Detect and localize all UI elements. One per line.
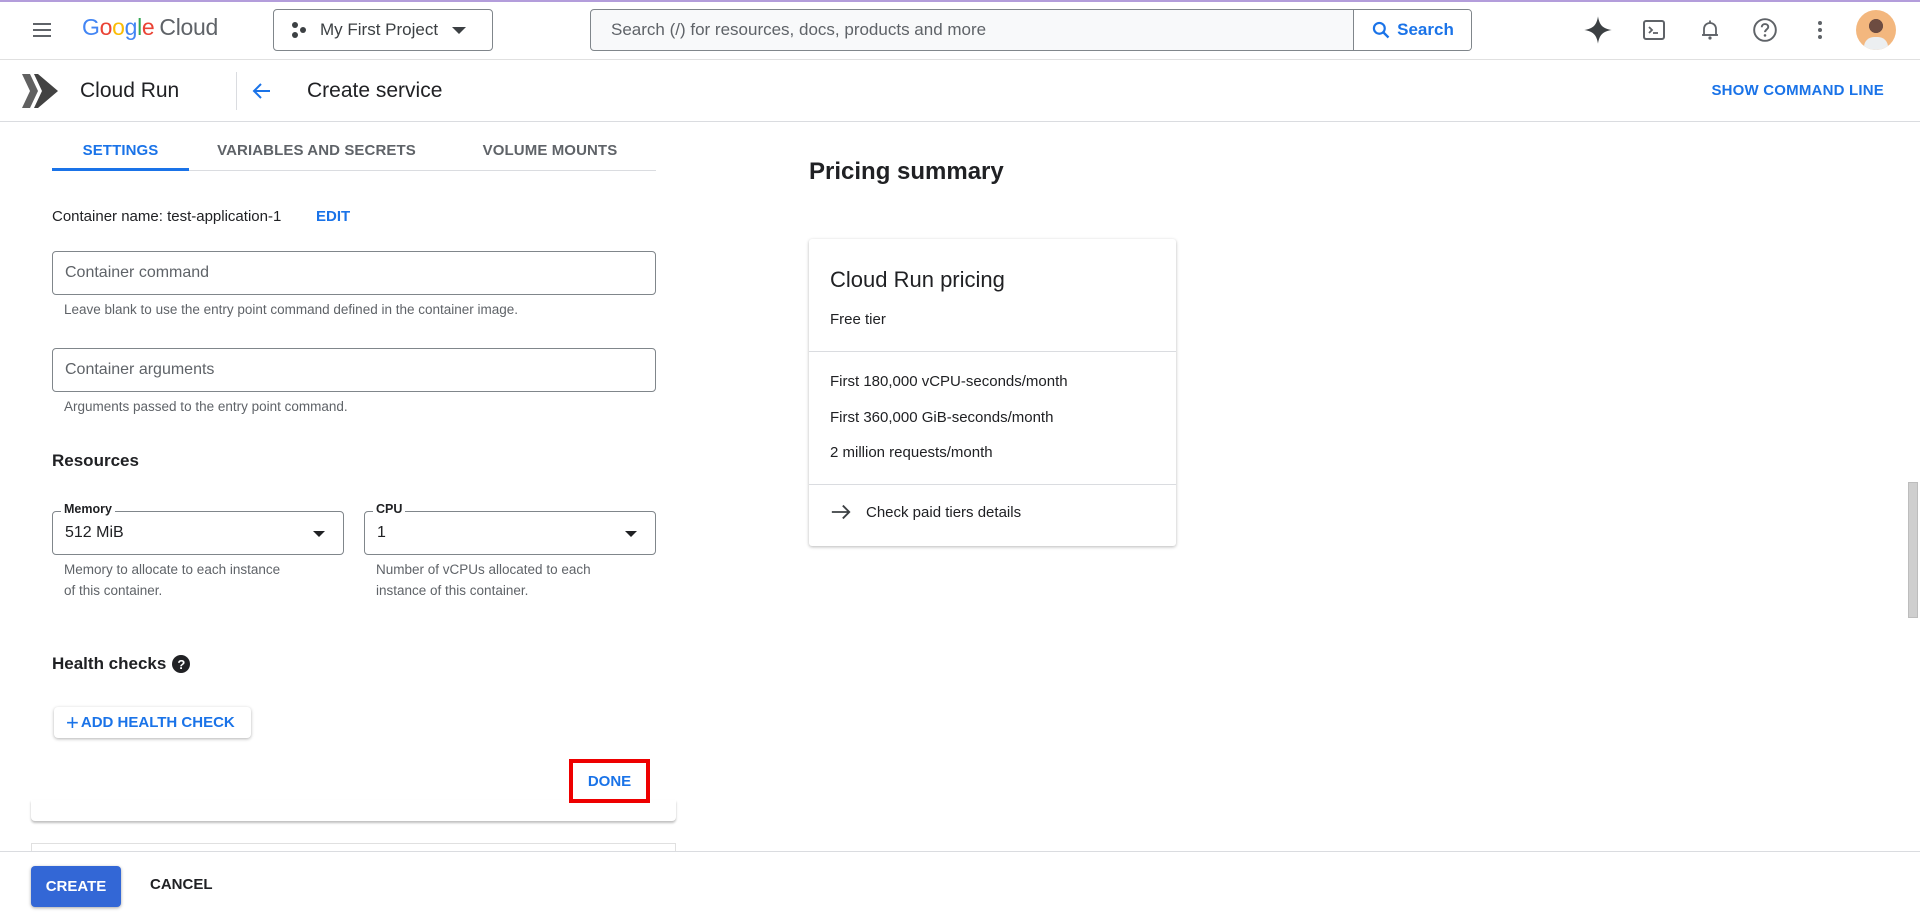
notifications-bell-icon: [1702, 20, 1718, 40]
container-command-helper: Leave blank to use the entry point comma…: [64, 302, 519, 317]
dropdown-arrow-icon: [313, 531, 325, 537]
cpu-helper: Number of vCPUs allocated to each instan…: [376, 559, 591, 601]
health-checks-heading: Health checks ?: [52, 654, 191, 674]
cpu-helper-line: Number of vCPUs allocated to each: [376, 562, 591, 577]
menu-icon: [33, 23, 51, 25]
project-picker-button[interactable]: My First Project: [273, 9, 493, 51]
add-icon: +: [66, 709, 79, 735]
project-name: My First Project: [320, 20, 439, 39]
gemini-sparkle-icon: [1584, 16, 1612, 44]
google-cloud-logo[interactable]: Google Cloud: [82, 14, 218, 41]
edit-container-name-button[interactable]: EDIT: [316, 208, 350, 225]
container-arguments-input[interactable]: [53, 349, 655, 391]
container-arguments-field: [52, 348, 656, 392]
pricing-card: Cloud Run pricing Free tier First 180,00…: [809, 239, 1176, 546]
memory-helper-line: of this container.: [64, 583, 163, 598]
product-header: [0, 60, 1920, 122]
cloud-shell-button[interactable]: [1638, 14, 1670, 46]
show-command-line-button[interactable]: SHOW COMMAND LINE: [1711, 82, 1884, 99]
container-card-bottom: [31, 800, 676, 821]
tier-item: First 180,000 vCPU-seconds/month: [830, 373, 1068, 390]
cancel-button[interactable]: CANCEL: [150, 876, 213, 893]
search-input[interactable]: [591, 10, 1353, 50]
logo-letter: G: [82, 14, 100, 40]
check-paid-tiers-label: Check paid tiers details: [866, 503, 1022, 521]
tab-variables-and-secrets[interactable]: VARIABLES AND SECRETS: [189, 130, 444, 170]
menu-icon-bar: [33, 29, 51, 31]
search-bar: Search: [590, 9, 1472, 51]
cpu-label: CPU: [373, 502, 406, 516]
product-name: Cloud Run: [80, 79, 180, 102]
resources-heading: Resources: [52, 451, 139, 470]
action-bar: [0, 851, 1920, 919]
logo-letter: e: [141, 14, 155, 40]
container-arguments-helper: Arguments passed to the entry point comm…: [64, 399, 348, 414]
search-button-label: Search: [1397, 20, 1454, 39]
avatar[interactable]: [1856, 10, 1896, 50]
divider: [809, 484, 1176, 485]
create-button[interactable]: CREATE: [31, 866, 121, 907]
cloud-shell-icon: [1643, 20, 1665, 40]
tier-item: 2 million requests/month: [830, 444, 993, 461]
page-title: Create service: [307, 79, 443, 102]
logo-cloud-text: Cloud: [159, 14, 219, 40]
tab-settings[interactable]: SETTINGS: [52, 130, 189, 171]
cloud-run-icon: [20, 72, 60, 110]
logo-letter: o: [112, 14, 125, 40]
more-options-button[interactable]: [1804, 14, 1836, 46]
add-health-check-label: ADD HEALTH CHECK: [80, 714, 235, 731]
gemini-button[interactable]: [1582, 14, 1614, 46]
main-menu-button[interactable]: [30, 18, 54, 42]
cpu-value: 1: [377, 524, 386, 541]
container-tabs: SETTINGS VARIABLES AND SECRETS VOLUME MO…: [52, 130, 656, 171]
scrollbar-thumb[interactable]: [1908, 482, 1918, 618]
notifications-button[interactable]: [1694, 14, 1726, 46]
memory-helper-line: Memory to allocate to each instance: [64, 562, 281, 577]
memory-label: Memory: [61, 502, 115, 516]
memory-value: 512 MiB: [65, 524, 124, 541]
cpu-select[interactable]: CPU 1: [364, 502, 656, 555]
help-icon[interactable]: ?: [172, 655, 191, 673]
top-accent-line: [0, 0, 1920, 2]
help-icon: [1753, 18, 1777, 42]
health-checks-label: Health checks: [52, 654, 167, 673]
memory-helper: Memory to allocate to each instance of t…: [64, 559, 280, 601]
back-button[interactable]: [248, 77, 276, 105]
logo-letter: g: [124, 14, 138, 40]
project-hierarchy-icon: [292, 22, 308, 38]
tier-item: First 360,000 GiB-seconds/month: [830, 409, 1054, 426]
menu-icon-bar: [33, 35, 51, 37]
pricing-summary-heading: Pricing summary: [809, 158, 1004, 185]
arrow-back-icon: [252, 83, 270, 99]
logo-letter: o: [99, 14, 113, 40]
container-name-label: Container name: test-application-1: [52, 208, 282, 225]
dropdown-arrow-icon: [625, 531, 637, 537]
caret-down-icon: [452, 26, 467, 34]
cpu-helper-line: instance of this container.: [376, 583, 529, 598]
help-button[interactable]: [1749, 14, 1781, 46]
pricing-card-title: Cloud Run pricing: [830, 267, 1005, 292]
container-command-field: [52, 251, 656, 295]
more-vert-icon: [1818, 21, 1822, 39]
container-command-input[interactable]: [53, 252, 655, 294]
header-divider: [236, 72, 237, 110]
done-button[interactable]: DONE: [569, 759, 650, 803]
search-icon: [1372, 21, 1390, 39]
arrow-forward-icon: [831, 504, 851, 520]
search-button[interactable]: Search: [1353, 10, 1471, 50]
add-health-check-button[interactable]: + ADD HEALTH CHECK: [54, 707, 251, 738]
divider: [809, 351, 1176, 352]
tab-volume-mounts[interactable]: VOLUME MOUNTS: [444, 130, 656, 170]
memory-select[interactable]: Memory 512 MiB: [52, 502, 344, 555]
check-paid-tiers-link[interactable]: Check paid tiers details: [830, 502, 1021, 522]
free-tier-label: Free tier: [830, 311, 886, 328]
